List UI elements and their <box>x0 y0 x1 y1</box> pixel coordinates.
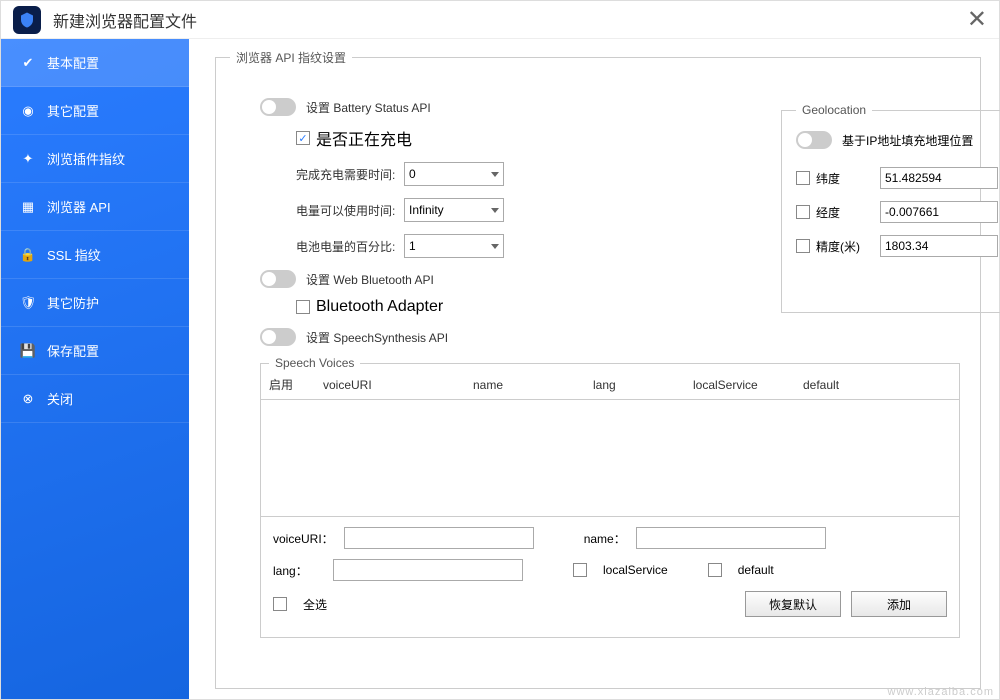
bluetooth-toggle[interactable] <box>260 270 296 288</box>
voices-legend: Speech Voices <box>269 356 360 370</box>
sidebar-item-label: 浏览器 API <box>47 197 111 216</box>
acc-label: 精度(米) <box>816 238 880 255</box>
voices-fieldset: Speech Voices 启用 voiceURI name lang loca… <box>260 356 960 638</box>
lang-label: lang： <box>273 562 323 579</box>
battery-toggle[interactable] <box>260 98 296 116</box>
sidebar-item-label: 其它防护 <box>47 293 99 312</box>
sidebar-item-label: 基本配置 <box>47 53 99 72</box>
voices-table-body[interactable] <box>261 400 959 516</box>
col-default: default <box>795 370 959 400</box>
usage-time-select[interactable]: Infinity <box>404 198 504 222</box>
speech-toggle[interactable] <box>260 328 296 346</box>
usage-time-label: 电量可以使用时间: <box>296 202 404 219</box>
close-icon[interactable]: ✕ <box>967 5 987 34</box>
plugin-icon: ✦ <box>19 150 37 168</box>
battery-percent-label: 电池电量的百分比: <box>296 238 404 255</box>
sidebar-item-browser-api[interactable]: ▦ 浏览器 API <box>1 183 189 231</box>
titlebar: 新建浏览器配置文件 ✕ <box>1 1 999 39</box>
sidebar-item-label: 关闭 <box>47 389 73 408</box>
charging-label: 是否正在充电 <box>316 126 412 150</box>
col-voiceuri: voiceURI <box>315 370 465 400</box>
selectall-label: 全选 <box>303 596 327 613</box>
lon-label: 经度 <box>816 204 880 221</box>
bluetooth-toggle-label: 设置 Web Bluetooth API <box>306 271 434 288</box>
sidebar-item-label: 其它配置 <box>47 101 99 120</box>
battery-percent-select[interactable]: 1 <box>404 234 504 258</box>
bluetooth-adapter-label: Bluetooth Adapter <box>316 298 443 316</box>
globe-icon: ◉ <box>19 102 37 120</box>
selectall-checkbox[interactable] <box>273 597 287 611</box>
charge-time-select[interactable]: 0 <box>404 162 504 186</box>
col-enable: 启用 <box>261 370 315 400</box>
add-button[interactable]: 添加 <box>851 591 947 617</box>
localservice-label: localService <box>603 563 668 577</box>
name-input[interactable] <box>636 527 826 549</box>
sidebar-item-label: 保存配置 <box>47 341 99 360</box>
sidebar-item-other-config[interactable]: ◉ 其它配置 <box>1 87 189 135</box>
acc-input[interactable] <box>880 235 998 257</box>
sidebar-item-label: 浏览插件指纹 <box>47 149 125 168</box>
app-logo <box>13 6 41 34</box>
reset-button[interactable]: 恢复默认 <box>745 591 841 617</box>
check-circle-icon: ✔ <box>19 54 37 72</box>
sidebar-item-ssl[interactable]: 🔒 SSL 指纹 <box>1 231 189 279</box>
sidebar-item-save[interactable]: 💾 保存配置 <box>1 327 189 375</box>
lat-input[interactable] <box>880 167 998 189</box>
bluetooth-adapter-checkbox[interactable] <box>296 300 310 314</box>
geolocation-fieldset: Geolocation 基于IP地址填充地理位置 纬度 经度 <box>781 103 1000 313</box>
geo-legend: Geolocation <box>796 103 872 117</box>
name-label: name： <box>584 530 626 547</box>
lat-checkbox[interactable] <box>796 171 810 185</box>
api-icon: ▦ <box>19 198 37 216</box>
lon-checkbox[interactable] <box>796 205 810 219</box>
sidebar-item-basic[interactable]: ✔ 基本配置 <box>1 39 189 87</box>
charging-checkbox[interactable] <box>296 131 310 145</box>
voiceuri-label: voiceURI： <box>273 530 334 547</box>
localservice-checkbox[interactable] <box>573 563 587 577</box>
sidebar-item-protection[interactable]: 🛡 其它防护 <box>1 279 189 327</box>
voices-table: 启用 voiceURI name lang localService defau… <box>261 370 959 400</box>
save-icon: 💾 <box>19 342 37 360</box>
battery-toggle-label: 设置 Battery Status API <box>306 99 431 116</box>
sidebar-item-plugin-fingerprint[interactable]: ✦ 浏览插件指纹 <box>1 135 189 183</box>
watermark: www.xiazaiba.com <box>888 686 994 698</box>
acc-checkbox[interactable] <box>796 239 810 253</box>
shield-icon: 🛡 <box>19 294 37 312</box>
default-label: default <box>738 563 774 577</box>
sidebar-item-close[interactable]: ⊗ 关闭 <box>1 375 189 423</box>
col-lang: lang <box>585 370 685 400</box>
window-title: 新建浏览器配置文件 <box>53 8 967 32</box>
sidebar: ✔ 基本配置 ◉ 其它配置 ✦ 浏览插件指纹 ▦ 浏览器 API 🔒 SSL 指纹 🛡 其它… <box>1 39 189 699</box>
content-area: 浏览器 API 指纹设置 设置 Battery Status API 是否正在充… <box>189 39 999 699</box>
geo-ip-toggle[interactable] <box>796 131 832 149</box>
sidebar-item-label: SSL 指纹 <box>47 245 101 264</box>
main-legend: 浏览器 API 指纹设置 <box>230 49 352 66</box>
voiceuri-input[interactable] <box>344 527 534 549</box>
col-name: name <box>465 370 585 400</box>
geo-ip-label: 基于IP地址填充地理位置 <box>842 132 973 149</box>
lock-icon: 🔒 <box>19 246 37 264</box>
default-checkbox[interactable] <box>708 563 722 577</box>
close-circle-icon: ⊗ <box>19 390 37 408</box>
speech-toggle-label: 设置 SpeechSynthesis API <box>306 329 448 346</box>
lat-label: 纬度 <box>816 170 880 187</box>
lang-input[interactable] <box>333 559 523 581</box>
col-localservice: localService <box>685 370 795 400</box>
charge-time-label: 完成充电需要时间: <box>296 166 404 183</box>
lon-input[interactable] <box>880 201 998 223</box>
